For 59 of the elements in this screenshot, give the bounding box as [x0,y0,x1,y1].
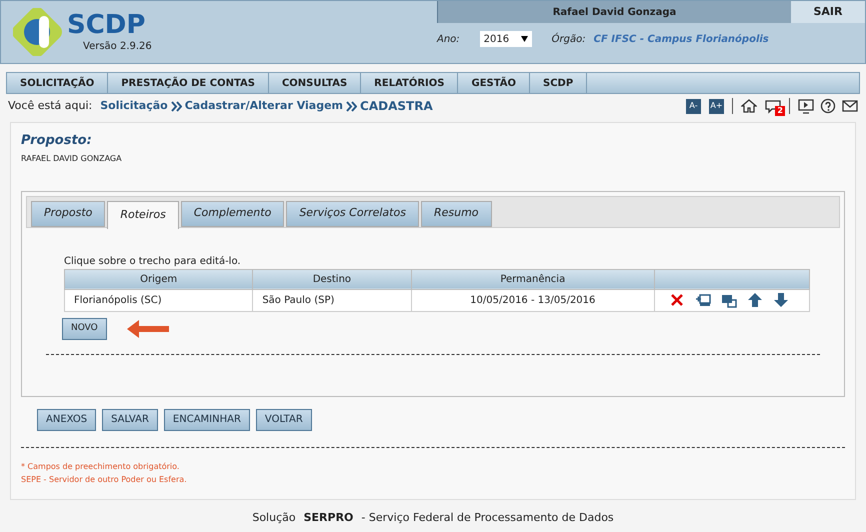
tab[interactable]: Complemento [180,200,284,226]
table-cell[interactable]: São Paulo (SP) [252,289,412,311]
arrow-left-icon [124,318,171,340]
tab[interactable]: Resumo [420,200,492,226]
arrow-up-icon[interactable] [747,292,763,308]
breadcrumb-link[interactable]: Cadastrar/Alterar Viagem [184,98,344,114]
chevron-icon [346,100,358,112]
action-button[interactable]: VOLTAR [256,408,312,430]
menu-item[interactable]: SOLICITAÇÃO [7,73,108,93]
menu-item[interactable]: SCDP [530,73,588,93]
footer-text: - Serviço Federal de Processamento de Dados [361,510,614,526]
table-cell[interactable]: Florianópolis (SC) [64,289,253,311]
column-header: Destino [252,269,412,289]
menu-item[interactable]: GESTÃO [458,73,530,93]
menu-item[interactable]: PRESTAÇÃO DE CONTAS [108,73,269,93]
help-icon[interactable] [820,98,836,114]
footer-brand: SERPRO [304,510,354,526]
chevron-icon [170,100,182,112]
breadcrumb-link[interactable]: Solicitação [100,98,168,114]
caret-icon [520,36,528,42]
message-count-badge: 2 [775,106,785,116]
org-name: CF IFSC - Campus Florianópolis [594,32,769,46]
breadcrumb-prefix: Você está aqui: [8,98,92,114]
font-larger-button[interactable]: A+ [709,98,724,114]
footer-prefix: Solução [252,510,296,526]
tab[interactable]: Roteiros [107,200,179,228]
new-button[interactable]: NOVO [62,318,107,340]
action-button[interactable]: ANEXOS [37,408,96,430]
logout-link[interactable]: SAIR [791,1,865,23]
action-button[interactable]: SALVAR [102,408,158,430]
table-cell[interactable]: 10/05/2016 - 13/05/2016 [411,289,654,311]
org-label: Órgão: [552,32,586,46]
proposto-name: RAFAEL DAVID GONZAGA [21,152,123,164]
logo-text: SCDP [67,12,146,38]
tab[interactable]: Serviços Correlatos [286,200,419,226]
column-header: Origem [64,269,253,289]
version-text: Versão 2.9.26 [83,42,152,52]
video-icon[interactable] [798,98,814,114]
insert-after-icon[interactable] [721,292,737,308]
column-header: Permanência [411,269,654,289]
note-text: * Campos de preechimento obrigatório. [21,460,180,472]
year-label: Ano: [437,32,460,46]
tab[interactable]: Proposto [31,200,106,226]
insert-before-icon[interactable] [695,292,711,308]
font-smaller-button[interactable]: A- [686,98,701,114]
arrow-down-icon[interactable] [773,292,789,308]
menu-item[interactable]: CONSULTAS [268,73,362,93]
mail-icon[interactable] [842,98,858,114]
breadcrumb-current: CADASTRA [360,98,433,115]
year-select[interactable]: 2016 [480,31,532,47]
hint-text: Clique sobre o trecho para editá-lo. [64,254,242,268]
proposto-title: Proposto: [21,132,93,150]
home-icon[interactable] [741,98,757,114]
note-text: SEPE - Servidor de outro Poder ou Esfera. [21,474,188,486]
action-button[interactable]: ENCAMINHAR [164,408,250,430]
chat-icon[interactable] [765,98,781,114]
user-name: Rafael David Gonzaga [437,1,791,23]
menu-item[interactable]: RELATÓRIOS [361,73,458,93]
delete-icon[interactable] [669,292,685,308]
